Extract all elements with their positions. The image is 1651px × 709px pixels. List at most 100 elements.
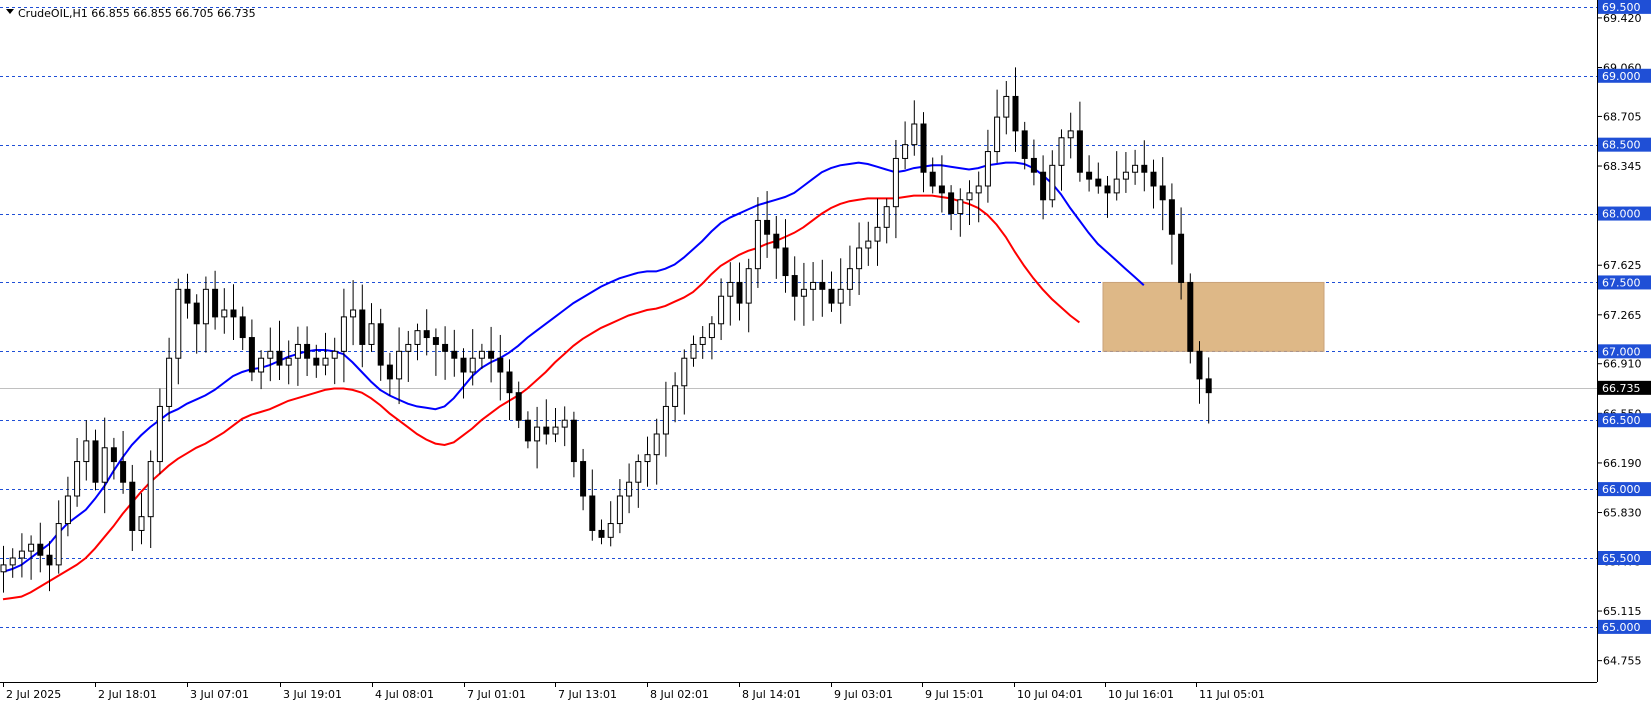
candle[interactable] (1187, 273, 1194, 364)
x-tick-label: 4 Jul 08:01 (375, 688, 434, 701)
bull-candle-body (64, 495, 71, 525)
resistance-zone (1102, 281, 1325, 352)
bull-candle-body (984, 151, 991, 187)
bear-candle-body (598, 529, 605, 538)
bear-candle-body (580, 461, 587, 497)
level-label: 67.500 (1602, 276, 1641, 289)
x-tick-label: 9 Jul 15:01 (925, 688, 984, 701)
bear-candle-body (1187, 281, 1194, 352)
bull-candle-body (561, 419, 568, 428)
bull-candle-body (534, 426, 541, 442)
bull-candle-body (994, 116, 1001, 153)
bear-candle-body (460, 357, 467, 373)
bull-candle-body (414, 330, 421, 345)
bear-candle-body (359, 309, 366, 345)
bull-candle-body (28, 543, 35, 552)
supply-zone-rect[interactable] (1102, 281, 1325, 352)
bull-candle-body (156, 405, 163, 463)
bear-candle-body (736, 281, 743, 304)
bull-candle-body (672, 385, 679, 407)
bear-candle-body (1040, 171, 1047, 201)
bull-candle-body (966, 192, 973, 201)
bull-candle-body (699, 337, 706, 345)
bull-candle-body (810, 281, 817, 290)
bull-candle-body (708, 323, 715, 339)
bull-candle-body (856, 247, 863, 270)
bull-candle-body (865, 240, 872, 249)
bull-candle-body (1003, 95, 1010, 118)
bear-candle-body (1168, 199, 1175, 235)
bull-candle-body (607, 523, 614, 538)
level-label: 65.000 (1602, 621, 1641, 634)
x-tick-label: 2 Jul 18:01 (98, 688, 157, 701)
y-tick-label: 67.265 (1603, 309, 1642, 322)
bear-candle-body (570, 419, 577, 463)
bear-candle-body (1012, 95, 1019, 132)
bear-candle-body (442, 343, 449, 352)
y-tick-label: 64.755 (1603, 655, 1642, 668)
bull-candle-body (837, 288, 844, 304)
bull-candle-body (975, 185, 982, 194)
level-label: 69.000 (1602, 70, 1641, 83)
level-label: 65.500 (1602, 552, 1641, 565)
bull-candle-body (267, 350, 274, 359)
bear-candle-body (92, 440, 99, 483)
bull-candle-body (175, 288, 182, 359)
x-tick-label: 8 Jul 14:01 (742, 688, 801, 701)
bull-candle-body (55, 523, 62, 566)
bear-candle-body (37, 543, 44, 556)
bear-candle-body (276, 350, 283, 366)
bear-candle-body (1150, 171, 1157, 187)
bear-candle-body (248, 337, 255, 373)
y-tick-label: 68.705 (1603, 110, 1642, 123)
bull-candle-body (653, 433, 660, 456)
bull-candle-body (552, 426, 559, 435)
bull-candle-body (874, 226, 881, 242)
level-label: 66.000 (1602, 483, 1641, 496)
bear-candle-body (1086, 171, 1093, 180)
bear-candle-body (1141, 164, 1148, 173)
y-tick-label: 68.345 (1603, 160, 1642, 173)
bull-candle-body (202, 288, 209, 325)
bull-candle-body (662, 405, 669, 435)
bull-candle-body (101, 447, 108, 483)
bull-candle-body (718, 295, 725, 325)
bear-candle-body (46, 554, 53, 566)
bull-candle-body (902, 144, 909, 159)
bull-candle-body (635, 461, 642, 483)
bull-candle-body (83, 440, 90, 463)
level-label: 66.500 (1602, 414, 1641, 427)
bull-candle-body (294, 343, 301, 359)
bull-candle-body (147, 461, 154, 518)
bear-candle-body (120, 461, 127, 483)
bear-candle-body (791, 275, 798, 297)
bear-candle-body (1178, 233, 1185, 283)
bull-candle-body (469, 357, 476, 373)
bear-candle-body (524, 419, 531, 442)
bull-candle-body (727, 281, 734, 297)
bull-candle-body (396, 350, 403, 380)
bear-candle-body (193, 302, 200, 325)
bull-candle-body (18, 550, 25, 559)
y-tick-label: 65.115 (1603, 605, 1642, 618)
x-tick-label: 9 Jul 03:01 (834, 688, 893, 701)
x-tick-label: 8 Jul 02:01 (650, 688, 709, 701)
bear-candle-body (773, 233, 780, 249)
bull-candle-body (368, 323, 375, 345)
bull-candle-body (285, 357, 292, 366)
bear-candle-body (948, 192, 955, 215)
bull-candle-body (9, 557, 16, 566)
bull-candle-body (1058, 137, 1065, 166)
bull-candle-body (138, 516, 145, 531)
bear-candle-body (1076, 130, 1083, 173)
chart-background (0, 0, 1651, 705)
bull-candle-body (405, 343, 412, 352)
x-tick-label: 3 Jul 07:01 (190, 688, 249, 701)
bear-candle-body (764, 219, 771, 235)
bear-candle-body (1021, 130, 1028, 159)
bear-candle-body (212, 288, 219, 318)
x-tick-label: 3 Jul 19:01 (283, 688, 342, 701)
chart-canvas: 69.42069.06068.70568.34567.98567.62567.2… (0, 0, 1651, 705)
bear-candle-body (423, 330, 430, 339)
bear-candle-body (1030, 157, 1037, 173)
